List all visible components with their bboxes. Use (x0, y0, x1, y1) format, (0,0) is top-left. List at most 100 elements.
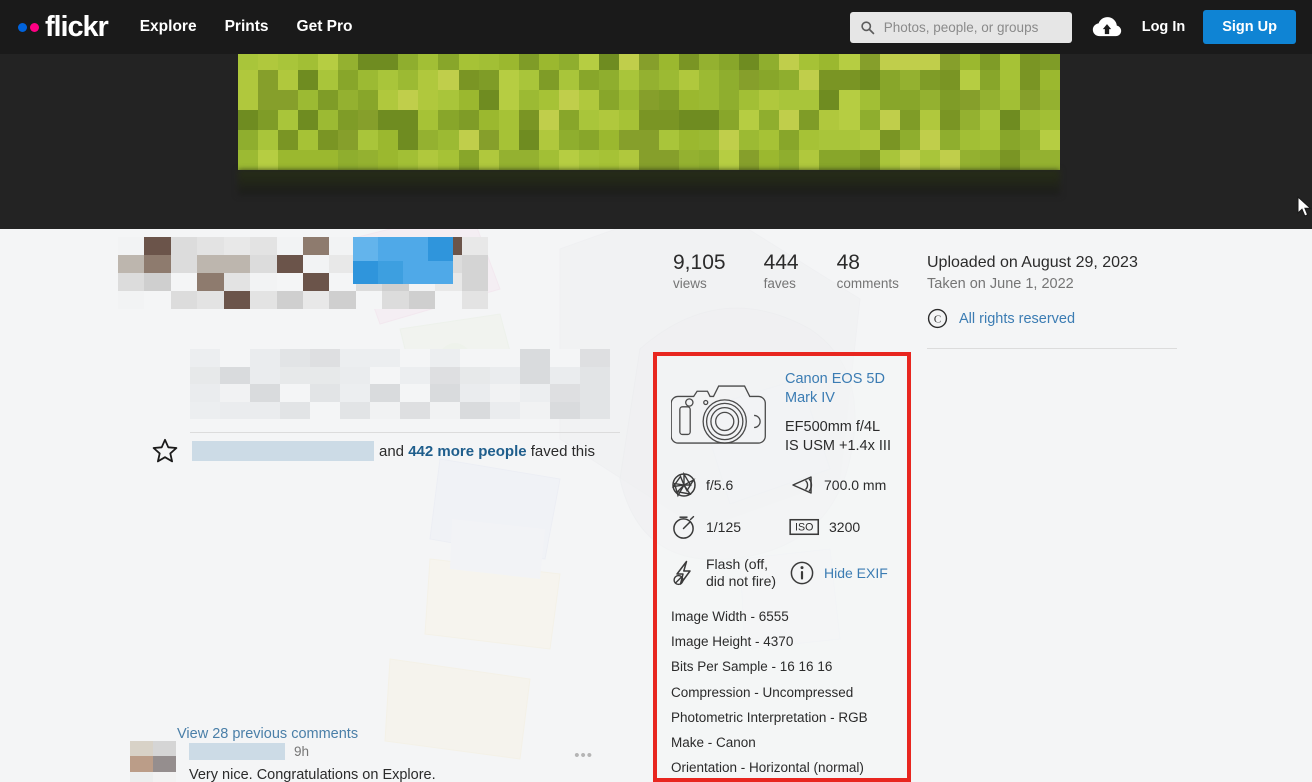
exif-flash: Flash (off, did not fire) (671, 556, 789, 590)
photo-pixel (458, 110, 479, 130)
comment-timestamp: 9h (294, 744, 310, 759)
redacted-pixel (490, 401, 520, 419)
photo-pixel (398, 90, 419, 110)
redacted-pixel (190, 401, 220, 419)
photo-pixel (378, 110, 399, 130)
camera-row: Canon EOS 5D Mark IV EF500mm f/4L IS USM… (671, 368, 893, 456)
stat-views: 9,105 views (673, 251, 726, 293)
photo-pixel (859, 54, 880, 70)
flickr-logo[interactable]: flickr (18, 11, 109, 44)
photo-pixel (659, 90, 680, 110)
photo-pixel (999, 90, 1020, 110)
photo-pixel (719, 150, 740, 170)
photo-pixel (578, 70, 599, 90)
flickr-photo-page: flickr Explore Prints Get Pro Log In (0, 0, 1312, 782)
photo-description-redacted (190, 349, 610, 419)
photo-pixel (1039, 110, 1060, 130)
nav-explore[interactable]: Explore (140, 18, 197, 36)
photo-pixel (939, 130, 960, 150)
photo-pixel (638, 54, 660, 70)
redacted-pixel (250, 273, 277, 291)
search-box[interactable] (849, 11, 1072, 43)
exif-shutter-speed: 1/125 (671, 514, 789, 540)
faves-label: faves (763, 276, 796, 291)
view-previous-comments-link[interactable]: View 28 previous comments (177, 726, 358, 742)
photo-pixel (638, 110, 660, 130)
redacted-pixel (490, 384, 520, 402)
redacted-pixel (340, 366, 370, 384)
photo-pixel (1019, 70, 1040, 90)
photo-pixel (839, 70, 860, 90)
photo-pixel (378, 150, 399, 170)
photo-pixel (258, 130, 279, 150)
photo-pixel (899, 70, 920, 90)
photo-pixel (799, 130, 820, 150)
hide-exif-label[interactable]: Hide EXIF (824, 565, 888, 582)
signup-button[interactable]: Sign Up (1203, 10, 1296, 44)
nav-prints[interactable]: Prints (225, 18, 269, 36)
photo-pixel (1039, 130, 1060, 150)
photo-pixel (759, 54, 780, 70)
search-input[interactable] (883, 19, 1062, 35)
photo-pixel (258, 70, 279, 90)
photo-pixel (438, 54, 459, 70)
info-circle-icon (790, 561, 814, 585)
photo-pixel (318, 54, 339, 70)
photo-pixel (899, 110, 920, 130)
shutter-speed-icon (673, 515, 695, 539)
redacted-pixel (382, 291, 409, 309)
photo-pixel (398, 150, 419, 170)
license-row[interactable]: C All rights reserved (927, 308, 1138, 329)
redacted-pixel (144, 273, 171, 291)
photo-pixel (939, 150, 960, 170)
photo-pixel (739, 130, 760, 150)
photo-pixel (598, 70, 619, 90)
nav-get-pro[interactable]: Get Pro (297, 18, 353, 36)
redacted-pixel (170, 273, 198, 291)
redacted-pixel (280, 401, 310, 419)
star-icon[interactable] (152, 438, 178, 464)
photo-pixel (859, 150, 880, 170)
camera-model-link[interactable]: Canon EOS 5D Mark IV (785, 370, 893, 407)
photo-pixel (238, 90, 259, 110)
photo-pixel (739, 150, 760, 170)
redacted-pixel (430, 401, 460, 419)
photo-pixel (959, 54, 980, 70)
photo-pixel (398, 130, 419, 150)
photo-pixel (478, 130, 499, 150)
photo-pixel (979, 70, 1000, 90)
cloud-upload-icon[interactable] (1092, 16, 1122, 38)
photo-pixel (498, 54, 519, 70)
redacted-pixel (353, 237, 378, 261)
redacted-pixel (250, 237, 277, 255)
photo-pixel (618, 54, 639, 70)
photo-pixel (759, 130, 780, 150)
photo-pixel (679, 150, 700, 170)
license-link[interactable]: All rights reserved (959, 311, 1075, 327)
comment-author-redacted[interactable] (189, 743, 285, 760)
photo-image[interactable] (238, 54, 1060, 170)
photo-pixel (498, 150, 519, 170)
comment-item: 9h Very nice. Congratulations on Explore.… (130, 741, 640, 782)
photo-pixel (518, 70, 539, 90)
comment-menu-icon[interactable]: ••• (574, 747, 593, 764)
avatar[interactable] (130, 741, 176, 782)
photo-pixel (999, 130, 1020, 150)
redacted-pixel (190, 349, 220, 367)
redacted-pixel (461, 237, 488, 255)
avatar-pixel (153, 771, 176, 782)
login-button[interactable]: Log In (1142, 19, 1186, 35)
photo-pixel (238, 150, 259, 170)
photo-pixel (458, 130, 479, 150)
photo-pixel (939, 54, 960, 70)
redacted-pixel (370, 401, 400, 419)
faves-count-link[interactable]: 442 more people (408, 443, 526, 460)
exif-detail-line: Image Height - 4370 (671, 634, 794, 650)
hide-exif-link[interactable]: Hide EXIF (789, 556, 893, 590)
redacted-pixel (490, 349, 520, 367)
photo-pixel (959, 70, 980, 90)
photo-pixel (959, 130, 980, 150)
exif-detail-line: Make - Canon (671, 735, 756, 751)
redacted-pixel (197, 255, 224, 273)
photo-pixel (418, 110, 439, 130)
